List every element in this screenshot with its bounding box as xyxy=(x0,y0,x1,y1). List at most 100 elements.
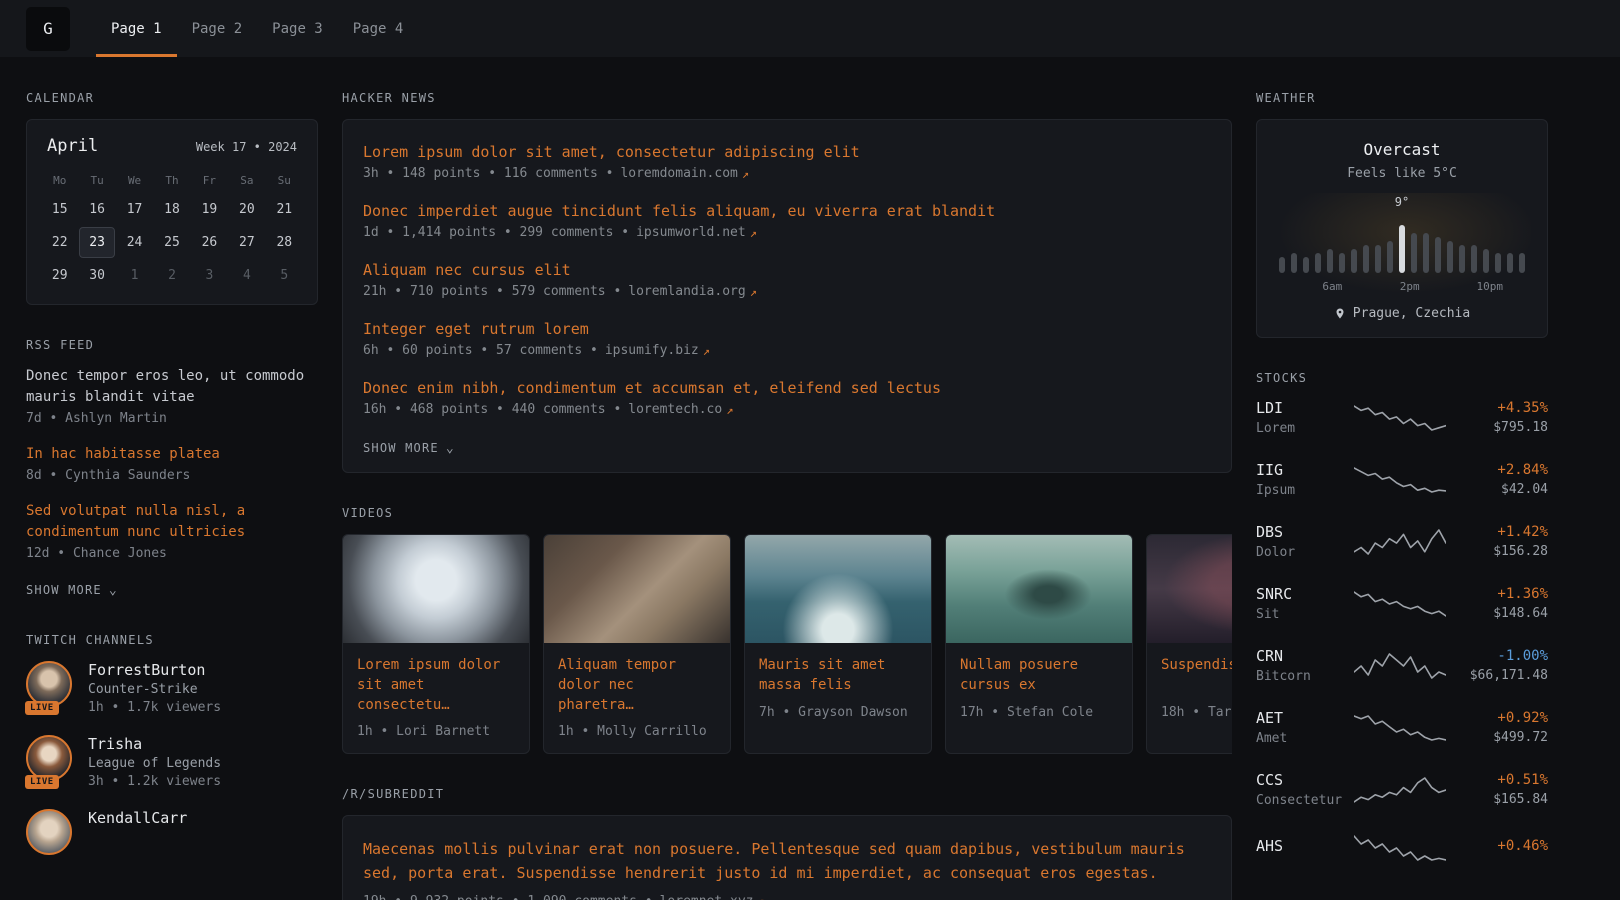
video-thumbnail[interactable] xyxy=(946,535,1132,643)
stock-name: Amet xyxy=(1256,731,1354,746)
weekday-label: Su xyxy=(266,168,303,193)
stock-sparkline xyxy=(1354,713,1446,743)
weekday-label: We xyxy=(116,168,153,193)
calendar-day[interactable]: 29 xyxy=(42,260,77,291)
twitch-channel-name: KendallCarr xyxy=(88,809,187,827)
rss-item-link[interactable]: In hac habitasse platea xyxy=(26,444,318,465)
calendar-day[interactable]: 15 xyxy=(42,194,77,225)
video-title-link[interactable]: Lorem ipsum dolor sit amet consectetu… xyxy=(357,655,515,716)
weekday-label: Mo xyxy=(41,168,78,193)
hn-show-more-button[interactable]: SHOW MORE ⌄ xyxy=(363,439,455,458)
rss-item-link[interactable]: Sed volutpat nulla nisl, a condimentum n… xyxy=(26,501,318,543)
calendar-day[interactable]: 22 xyxy=(42,227,77,258)
calendar-day-next-month[interactable]: 5 xyxy=(267,260,302,291)
hn-story-domain-link[interactable]: ipsumworld.net ↗ xyxy=(636,225,757,240)
stocks-widget-title: STOCKS xyxy=(1256,371,1548,385)
tab-page-2[interactable]: Page 2 xyxy=(177,0,258,57)
stock-sparkline xyxy=(1354,465,1446,495)
calendar-day[interactable]: 20 xyxy=(229,194,264,225)
video-meta: 7h • Grayson Dawson xyxy=(759,705,917,720)
video-title-link[interactable]: Suspendisse diam xyxy=(1161,655,1232,696)
calendar-day[interactable]: 24 xyxy=(117,227,152,258)
hn-story-link[interactable]: Lorem ipsum dolor sit amet, consectetur … xyxy=(363,143,860,161)
location-pin-icon xyxy=(1334,307,1346,320)
weather-time-labels: 6am 2pm 10pm xyxy=(1273,280,1531,296)
hacker-news-widget: HACKER NEWS Lorem ipsum dolor sit amet, … xyxy=(342,91,1232,473)
video-thumbnail[interactable] xyxy=(544,535,730,643)
calendar-day-next-month[interactable]: 1 xyxy=(117,260,152,291)
video-title-link[interactable]: Aliquam tempor dolor nec pharetra… xyxy=(558,655,716,716)
video-title-link[interactable]: Mauris sit amet massa felis xyxy=(759,655,917,696)
weather-bar xyxy=(1303,257,1309,273)
video-card: Aliquam tempor dolor nec pharetra… 1h • … xyxy=(543,534,731,755)
rss-item-link[interactable]: Donec tempor eros leo, ut commodo mauris… xyxy=(26,366,318,408)
external-link-icon: ↗ xyxy=(750,285,757,299)
calendar-day[interactable]: 30 xyxy=(79,260,114,291)
calendar-day[interactable]: 25 xyxy=(154,227,189,258)
subreddit-card: Maecenas mollis pulvinar erat non posuer… xyxy=(342,815,1232,900)
calendar-day[interactable]: 28 xyxy=(267,227,302,258)
video-thumbnail[interactable] xyxy=(343,535,529,643)
weather-bar xyxy=(1447,241,1453,273)
hn-story-domain-link[interactable]: loremlandia.org ↗ xyxy=(628,284,757,299)
stock-row[interactable]: AET Amet +0.92% $499.72 xyxy=(1256,709,1548,746)
hn-story-domain-link[interactable]: loremtech.co ↗ xyxy=(628,402,733,417)
stock-price: $156.28 xyxy=(1446,544,1548,559)
twitch-channel-row[interactable]: LIVE Trisha League of Legends 3h • 1.2k … xyxy=(26,735,318,789)
calendar-day-selected[interactable]: 23 xyxy=(79,227,114,258)
stock-ticker: AHS xyxy=(1256,837,1354,855)
calendar-day[interactable]: 17 xyxy=(117,194,152,225)
external-link-icon: ↗ xyxy=(750,226,757,240)
stock-row[interactable]: DBS Dolor +1.42% $156.28 xyxy=(1256,523,1548,560)
calendar-day[interactable]: 16 xyxy=(79,194,114,225)
calendar-day[interactable]: 26 xyxy=(192,227,227,258)
calendar-day[interactable]: 27 xyxy=(229,227,264,258)
video-thumbnail[interactable] xyxy=(745,535,931,643)
weather-widget: WEATHER Overcast Feels like 5°C 9° 6am 2… xyxy=(1256,91,1548,338)
weather-bar xyxy=(1387,241,1393,273)
hn-story-domain-link[interactable]: loremdomain.com ↗ xyxy=(620,166,749,181)
calendar-day-next-month[interactable]: 4 xyxy=(229,260,264,291)
twitch-channel-row[interactable]: KendallCarr xyxy=(26,809,318,859)
hn-story-domain-link[interactable]: ipsumify.biz ↗ xyxy=(605,343,710,358)
calendar-day[interactable]: 18 xyxy=(154,194,189,225)
stock-change: -1.00% xyxy=(1446,648,1548,664)
calendar-day[interactable]: 19 xyxy=(192,194,227,225)
hn-story-meta: 6h • 60 points • 57 comments • ipsumify.… xyxy=(363,343,1211,358)
video-thumbnail[interactable] xyxy=(1147,535,1232,643)
subreddit-post-domain-link[interactable]: loremnet.xyz ↗ xyxy=(660,894,765,900)
live-badge: LIVE xyxy=(25,701,59,715)
video-title-link[interactable]: Nullam posuere cursus ex xyxy=(960,655,1118,696)
stock-price: $795.18 xyxy=(1446,420,1548,435)
hn-story-link[interactable]: Donec enim nibh, condimentum et accumsan… xyxy=(363,379,941,397)
left-column: CALENDAR April Week 17 • 2024 Mo Tu We T… xyxy=(26,91,318,900)
video-meta: 1h • Lori Barnett xyxy=(357,724,515,739)
stock-row[interactable]: SNRC Sit +1.36% $148.64 xyxy=(1256,585,1548,622)
calendar-day[interactable]: 21 xyxy=(267,194,302,225)
videos-widget-title: VIDEOS xyxy=(342,506,1232,520)
right-column: WEATHER Overcast Feels like 5°C 9° 6am 2… xyxy=(1256,91,1548,900)
subreddit-post-link[interactable]: Maecenas mollis pulvinar erat non posuer… xyxy=(363,838,1211,885)
stock-row[interactable]: AHS +0.46% xyxy=(1256,833,1548,863)
rss-show-more-button[interactable]: SHOW MORE ⌄ xyxy=(26,581,118,600)
stock-row[interactable]: LDI Lorem +4.35% $795.18 xyxy=(1256,399,1548,436)
stock-row[interactable]: CCS Consectetur +0.51% $165.84 xyxy=(1256,771,1548,808)
calendar-day-next-month[interactable]: 2 xyxy=(154,260,189,291)
avatar xyxy=(26,809,72,855)
tab-page-4[interactable]: Page 4 xyxy=(338,0,419,57)
stock-name: Consectetur xyxy=(1256,793,1354,808)
hn-story-link[interactable]: Aliquam nec cursus elit xyxy=(363,261,571,279)
stock-ticker: DBS xyxy=(1256,523,1354,541)
hn-story-link[interactable]: Integer eget rutrum lorem xyxy=(363,320,589,338)
app-logo[interactable]: G xyxy=(26,7,70,51)
tab-page-1[interactable]: Page 1 xyxy=(96,0,177,57)
stock-row[interactable]: CRN Bitcorn -1.00% $66,171.48 xyxy=(1256,647,1548,684)
twitch-channel-row[interactable]: LIVE ForrestBurton Counter-Strike 1h • 1… xyxy=(26,661,318,715)
chevron-down-icon: ⌄ xyxy=(109,583,118,598)
calendar-day-next-month[interactable]: 3 xyxy=(192,260,227,291)
stock-price: $66,171.48 xyxy=(1446,668,1548,683)
stock-sparkline xyxy=(1354,527,1446,557)
hn-story-link[interactable]: Donec imperdiet augue tincidunt felis al… xyxy=(363,202,995,220)
tab-page-3[interactable]: Page 3 xyxy=(257,0,338,57)
stock-row[interactable]: IIG Ipsum +2.84% $42.04 xyxy=(1256,461,1548,498)
